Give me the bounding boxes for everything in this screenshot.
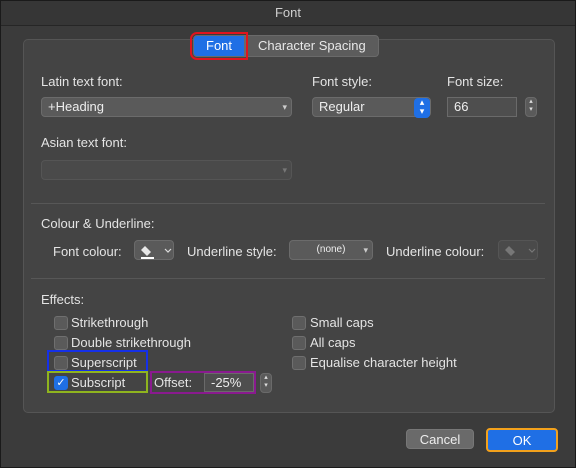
asian-font-select[interactable]: ▾ [41,160,292,180]
small-caps-label: Small caps [310,315,374,330]
effects-heading: Effects: [41,292,85,307]
strikethrough-label: Strikethrough [71,315,149,330]
ok-button[interactable]: OK [486,428,558,452]
paint-bucket-icon [141,246,172,259]
offset-highlight [150,371,256,394]
latin-font-value: +Heading [48,99,105,114]
all-caps-checkbox[interactable] [292,336,306,350]
font-style-select[interactable]: Regular ▴ ▾ [312,97,431,118]
tab-character-spacing[interactable]: Character Spacing [245,35,379,57]
underline-style-value: (none) [316,244,346,255]
font-style-value: Regular [319,99,365,114]
underline-style-select[interactable]: (none) ▾ [289,240,373,260]
underline-style-label: Underline style: [187,244,277,259]
superscript-highlight [47,350,148,372]
colour-underline-heading: Colour & Underline: [41,216,155,231]
underline-colour-label: Underline colour: [386,244,485,259]
strikethrough-checkbox[interactable] [54,316,68,330]
equalise-height-checkbox[interactable] [292,356,306,370]
window-title: Font [1,1,575,26]
font-size-label: Font size: [447,74,504,89]
font-dialog: Font Font Character Spacing Latin text f… [0,0,576,468]
font-size-input[interactable]: 66 [447,97,517,117]
divider [31,203,545,204]
paint-bucket-icon [505,246,536,256]
chevron-down-icon: ▾ [282,165,287,175]
font-colour-label: Font colour: [53,244,122,259]
all-caps-label: All caps [310,335,356,350]
tab-font[interactable]: Font [189,32,249,60]
divider [31,278,545,279]
subscript-highlight [47,371,148,393]
double-strikethrough-checkbox[interactable] [54,336,68,350]
cancel-button[interactable]: Cancel [406,429,474,449]
latin-font-label: Latin text font: [41,74,123,89]
font-colour-button[interactable] [134,240,174,260]
chevron-down-icon: ▾ [363,245,368,255]
updown-chevron-icon: ▴ ▾ [414,98,430,118]
asian-font-label: Asian text font: [41,135,127,150]
chevron-down-icon: ▾ [282,102,287,112]
offset-stepper[interactable]: ▴ ▾ [260,373,272,393]
latin-font-select[interactable]: +Heading ▾ [41,97,292,117]
font-size-stepper[interactable]: ▴ ▾ [525,97,537,117]
equalise-height-label: Equalise character height [310,355,457,370]
underline-colour-button[interactable] [498,240,538,260]
double-strikethrough-label: Double strikethrough [71,335,191,350]
font-style-label: Font style: [312,74,372,89]
tab-bar: Font Character Spacing [189,32,379,60]
small-caps-checkbox[interactable] [292,316,306,330]
